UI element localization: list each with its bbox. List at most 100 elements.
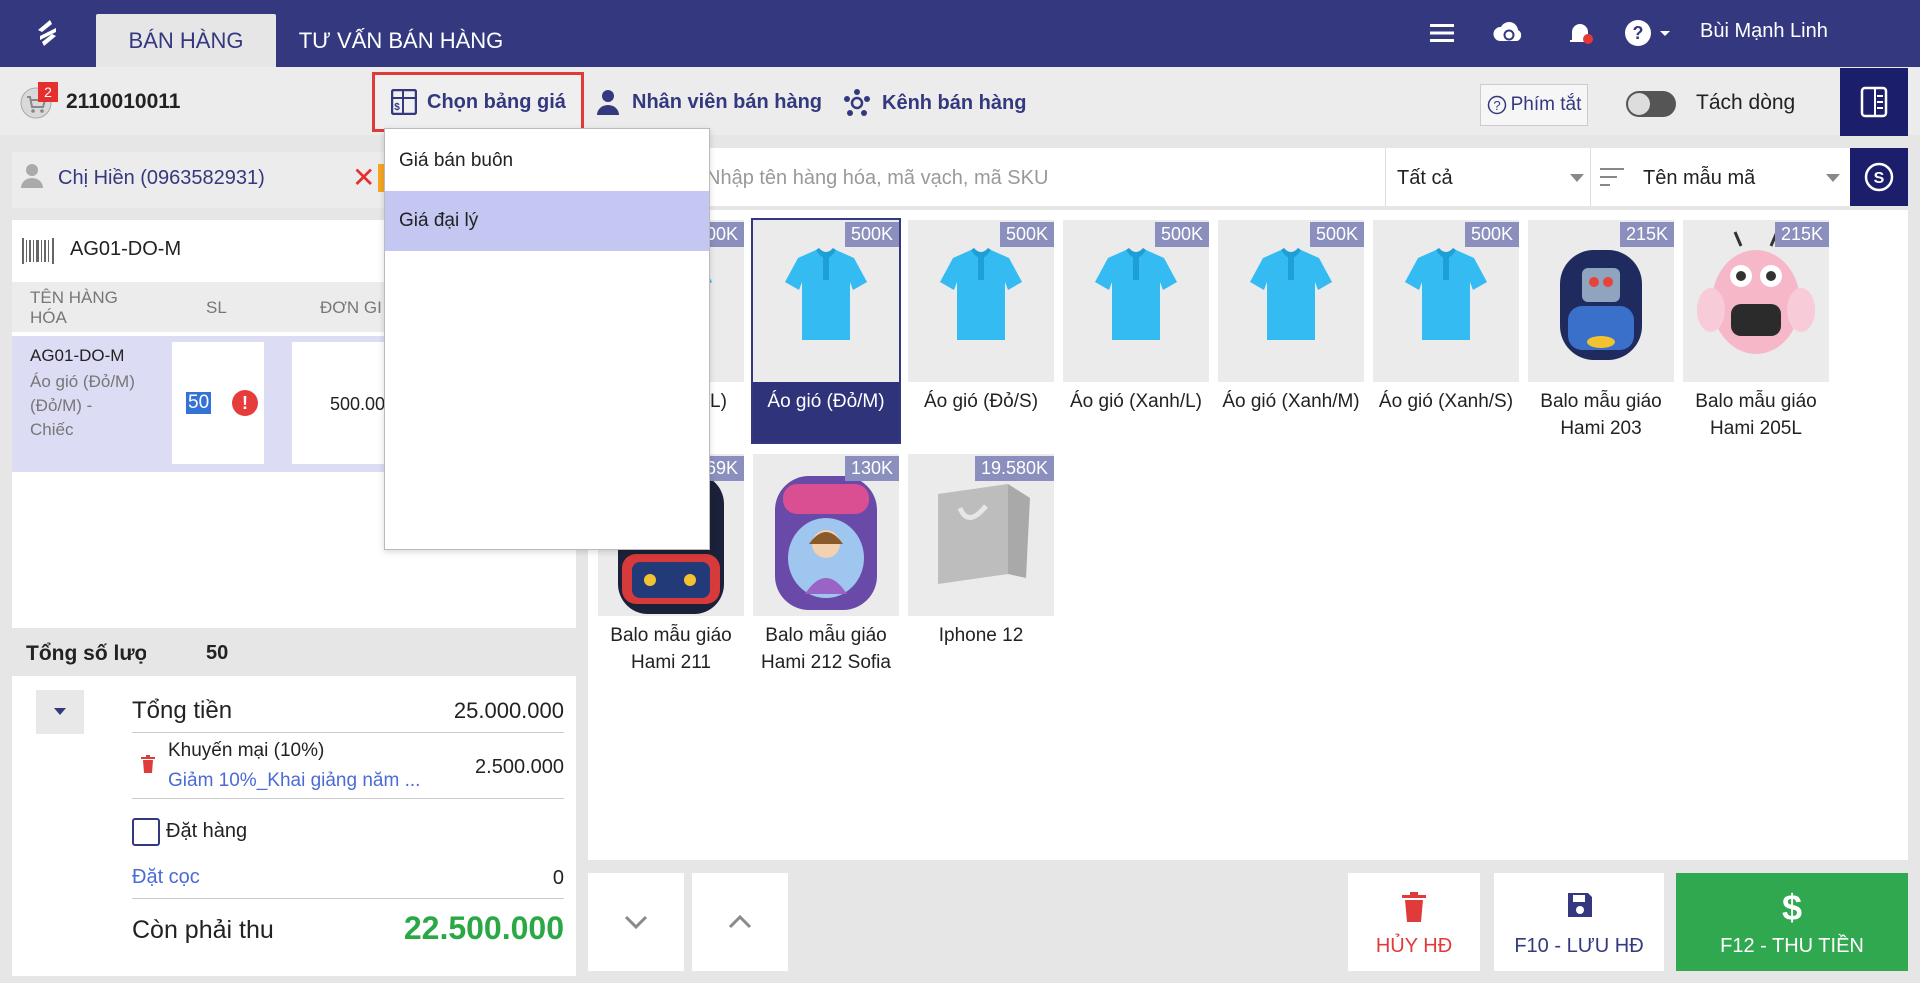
divider	[132, 798, 564, 799]
product-price-badge: 500K	[844, 222, 899, 247]
product-card[interactable]: 130K Balo mẫu giáo Hami 212 Sofia	[753, 454, 899, 678]
chevron-down-icon	[1570, 174, 1584, 182]
product-price-badge: 500K	[1464, 222, 1519, 247]
receipt-panel-button[interactable]	[1840, 68, 1908, 136]
row-product-code: AG01-DO-M	[30, 346, 125, 365]
product-name: Iphone 12	[938, 625, 1024, 646]
cloud-sync-icon[interactable]	[1490, 15, 1526, 51]
tab-tu-van-ban-hang[interactable]: TƯ VẤN BÁN HÀNG	[286, 14, 516, 67]
product-name: Áo gió (Đỏ/S)	[923, 391, 1039, 412]
row-product-desc: Áo gió (Đỏ/M) (Đỏ/M) - Chiếc	[30, 372, 135, 439]
barcode-input[interactable]: AG01-DO-M	[70, 238, 181, 261]
promotion-link[interactable]: Giảm 10%_Khai giảng năm ...	[168, 770, 420, 792]
product-card[interactable]: 500K Áo gió (Đỏ/M)	[751, 218, 901, 444]
salesperson-button[interactable]: Nhân viên bán hàng	[594, 88, 822, 116]
collapse-summary-button[interactable]	[36, 690, 84, 734]
order-label: Đặt hàng	[166, 820, 248, 842]
price-list-option-agency[interactable]: Giá đại lý	[385, 191, 709, 251]
sales-channel-label: Kênh bán hàng	[882, 91, 1027, 114]
product-card[interactable]: 500K Áo gió (Đỏ/S)	[908, 220, 1054, 444]
bell-icon[interactable]	[1562, 15, 1598, 51]
collect-payment-label: F12 - THU TIỀN	[1720, 935, 1864, 957]
save-invoice-button[interactable]: F10 - LƯU HĐ	[1494, 873, 1664, 971]
help-icon[interactable]: ?	[1620, 15, 1676, 51]
product-name: Balo mẫu giáo Hami 203	[1540, 391, 1662, 439]
col-unit-price: ĐƠN GI	[320, 298, 382, 317]
product-search-input[interactable]: Nhập tên hàng hóa, mã vạch, mã SKU	[706, 167, 1048, 190]
product-card[interactable]: 215K Balo mẫu giáo Hami 203	[1528, 220, 1674, 444]
menu-icon[interactable]	[1424, 15, 1460, 51]
category-filter-value: Tất cả	[1397, 167, 1453, 189]
promotion-amount: 2.500.000	[475, 756, 564, 778]
barcode-icon	[22, 238, 54, 264]
save-invoice-label: F10 - LƯU HĐ	[1514, 935, 1644, 957]
product-name: Balo mẫu giáo Hami 212 Sofia	[761, 625, 891, 673]
chevron-up-icon	[728, 914, 752, 929]
product-card[interactable]: 500K Áo gió (Xanh/S)	[1373, 220, 1519, 444]
chevron-down-icon	[1826, 174, 1840, 182]
scroll-up-button[interactable]	[692, 873, 788, 971]
product-card[interactable]: 215K Balo mẫu giáo Hami 205L	[1683, 220, 1829, 444]
total-amount-label: Tổng tiền	[132, 697, 233, 724]
trash-icon	[1402, 892, 1426, 922]
price-list-option-wholesale[interactable]: Giá bán buôn	[385, 131, 709, 191]
customer-name[interactable]: Chị Hiền (0963582931)	[58, 167, 265, 190]
sales-channel-button[interactable]: Kênh bán hàng	[842, 88, 1026, 118]
svg-text:$: $	[394, 102, 400, 113]
product-name: Áo gió (Đỏ/M)	[767, 391, 885, 412]
floppy-disk-icon	[1568, 893, 1592, 917]
divider	[132, 898, 564, 899]
help-circle-icon: ?	[1487, 95, 1506, 115]
total-amount-value: 25.000.000	[453, 698, 564, 723]
product-name: Balo mẫu giáo Hami 205L	[1695, 391, 1817, 439]
product-card[interactable]: 500K Áo gió (Xanh/L)	[1063, 220, 1209, 444]
total-qty-label: Tổng số lượng	[26, 642, 146, 665]
product-price-badge: 19.580K	[974, 456, 1054, 481]
order-id[interactable]: 2110010011	[66, 90, 180, 114]
product-price-badge: 500K	[1154, 222, 1209, 247]
dollar-icon: $	[1781, 887, 1803, 928]
cancel-invoice-button[interactable]: HỦY HĐ	[1348, 873, 1480, 971]
unit-price-value: 500.00	[330, 394, 386, 414]
tab-ban-hang[interactable]: BÁN HÀNG	[96, 14, 276, 67]
total-qty-value: 50	[206, 642, 229, 664]
deposit-link[interactable]: Đặt cọc	[132, 866, 200, 889]
amount-due-value: 22.500.000	[403, 910, 564, 946]
divider	[132, 732, 564, 733]
product-price-badge: 130K	[844, 456, 899, 481]
promotion-title: Khuyến mại (10%)	[168, 740, 325, 761]
shortcut-label: Phím tắt	[1510, 94, 1582, 115]
sort-value: Tên mẫu mã	[1643, 167, 1756, 189]
product-price-badge: 215K	[1774, 222, 1829, 247]
product-card[interactable]: 500K Áo gió (Xanh/M)	[1218, 220, 1364, 444]
chevron-down-icon	[624, 915, 648, 930]
product-price-badge: 215K	[1619, 222, 1674, 247]
channel-network-icon	[844, 89, 870, 116]
quantity-value[interactable]: 50	[186, 392, 212, 414]
receipt-icon	[1860, 86, 1888, 118]
product-price-badge: 500K	[999, 222, 1054, 247]
user-name[interactable]: Bùi Mạnh Linh	[1700, 20, 1828, 43]
warning-icon[interactable]: !	[232, 390, 258, 416]
caret-down-icon	[54, 708, 66, 715]
svg-text:?: ?	[1493, 98, 1500, 113]
coin-icon: S	[1864, 162, 1894, 192]
trash-icon[interactable]	[140, 754, 156, 774]
product-card[interactable]: 19.580K Iphone 12	[908, 454, 1054, 678]
collect-payment-button[interactable]: $ F12 - THU TIỀN	[1676, 873, 1908, 971]
product-name: Áo gió (Xanh/L)	[1069, 391, 1203, 412]
cancel-invoice-label: HỦY HĐ	[1375, 935, 1453, 957]
coin-button[interactable]: S	[1850, 148, 1908, 206]
app-logo-icon[interactable]	[28, 14, 68, 54]
choose-price-list-button[interactable]: $ Chọn bảng giá	[372, 72, 584, 132]
salesperson-label: Nhân viên bán hàng	[632, 90, 823, 113]
cart-count-badge: 2	[38, 82, 58, 102]
deposit-value: 0	[552, 867, 564, 889]
shortcut-button[interactable]: ? Phím tắt	[1480, 84, 1588, 126]
toggle-knob	[1628, 93, 1650, 115]
svg-text:S: S	[1874, 170, 1885, 187]
sort-icon	[1600, 168, 1624, 186]
remove-customer-icon[interactable]: ✕	[352, 164, 375, 192]
scroll-down-button[interactable]	[588, 873, 684, 971]
order-checkbox[interactable]	[132, 818, 160, 846]
